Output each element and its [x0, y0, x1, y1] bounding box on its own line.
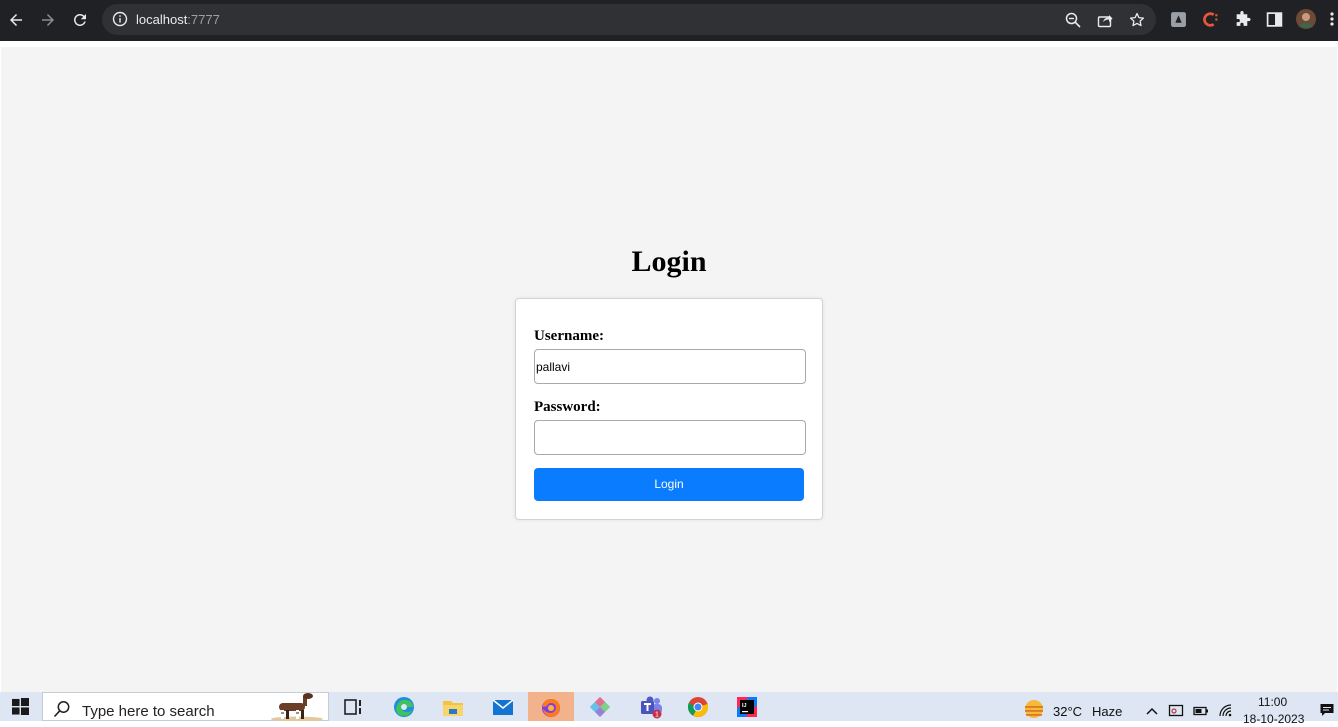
address-bar[interactable]: localhost:7777	[102, 4, 1156, 35]
firefox-icon[interactable]	[528, 692, 574, 721]
intellij-icon[interactable]: IJ	[724, 692, 770, 721]
wifi-icon[interactable]	[1217, 702, 1235, 720]
username-input[interactable]	[534, 349, 806, 384]
clock-time: 11:00	[1258, 695, 1288, 709]
mail-icon[interactable]	[480, 692, 526, 721]
okapi-illustration-icon	[265, 693, 327, 722]
password-label: Password:	[534, 399, 601, 415]
battery-icon[interactable]	[1192, 702, 1210, 720]
extension-gray-icon[interactable]	[1168, 9, 1188, 29]
back-icon[interactable]	[3, 7, 29, 33]
browser-toolbar: localhost:7777	[0, 0, 1338, 41]
url-text[interactable]: localhost:7777	[136, 11, 220, 28]
weather-description: Haze	[1092, 704, 1123, 719]
login-button[interactable]: Login	[534, 468, 804, 501]
username-label: Username:	[534, 328, 604, 344]
share-icon[interactable]	[1096, 11, 1114, 29]
chevron-up-icon[interactable]	[1143, 702, 1161, 720]
app-diamond-icon[interactable]	[577, 692, 623, 721]
url-host: localhost	[136, 12, 188, 27]
login-form: Username: Password: Login	[515, 298, 823, 520]
extension-puzzle-icon[interactable]	[1232, 9, 1252, 29]
forward-icon[interactable]	[35, 7, 61, 33]
password-input[interactable]	[534, 420, 806, 455]
url-port: :7777	[187, 12, 220, 27]
file-explorer-icon[interactable]	[430, 692, 476, 721]
extension-red-c-icon[interactable]	[1200, 9, 1220, 29]
task-view-icon[interactable]	[331, 692, 377, 721]
search-placeholder: Type here to search	[82, 703, 215, 720]
weather-haze-icon[interactable]	[1023, 698, 1045, 720]
zoom-icon[interactable]	[1064, 11, 1082, 29]
teams-icon[interactable]: 1	[628, 692, 674, 721]
reload-icon[interactable]	[67, 7, 93, 33]
edge-browser-icon[interactable]	[381, 692, 427, 721]
notification-center-icon[interactable]	[1318, 701, 1336, 719]
network-device-icon[interactable]	[1167, 702, 1185, 720]
svg-text:IJ: IJ	[742, 703, 747, 709]
bookmark-star-icon[interactable]	[1128, 11, 1146, 29]
chrome-icon[interactable]	[675, 692, 721, 721]
search-icon	[53, 700, 71, 718]
windows-start-icon[interactable]	[0, 692, 40, 721]
profile-avatar[interactable]	[1296, 9, 1316, 29]
weather-temperature: 32°C	[1053, 704, 1083, 719]
taskbar-search-box[interactable]: Type here to search	[42, 692, 329, 722]
taskbar: Type here to search 1 IJ 32°C Haze 11:00…	[0, 692, 1338, 726]
menu-kebab-icon[interactable]	[1326, 9, 1338, 29]
site-info-icon[interactable]	[112, 11, 128, 27]
clock-date: 18-10-2023	[1243, 712, 1305, 726]
page-title: Login	[631, 245, 707, 278]
teams-badge: 1	[655, 711, 659, 718]
page-viewport: Login Username: Password: Login	[1, 47, 1337, 692]
side-panel-icon[interactable]	[1264, 9, 1284, 29]
